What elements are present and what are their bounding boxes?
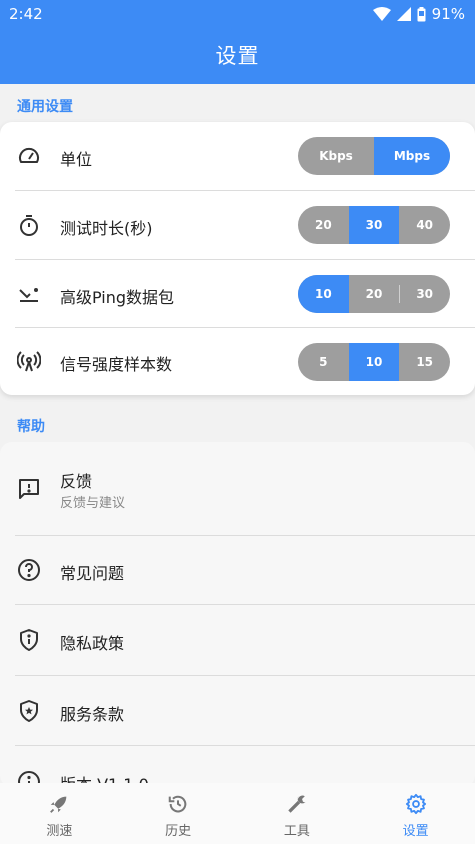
wrench-icon [285, 792, 309, 816]
battery-icon [417, 6, 426, 22]
setting-row-ping: 高级Ping数据包 10 20 30 [0, 260, 475, 328]
feedback-icon [17, 477, 41, 501]
duration-segmented-control[interactable]: 20 30 40 [298, 206, 450, 244]
section-title-help: 帮助 [17, 419, 45, 435]
setting-row-unit: 单位 Kbps Mbps [0, 122, 475, 190]
help-row-faq[interactable]: 常见问题 [0, 536, 475, 604]
rocket-icon [47, 792, 71, 816]
segment-option-selected[interactable]: 10 [348, 343, 400, 381]
nav-item-speedtest[interactable]: 测速 [0, 783, 119, 844]
segment-option-selected[interactable]: 30 [348, 206, 400, 244]
segment-option[interactable]: 30 [399, 275, 450, 313]
question-icon [17, 558, 41, 582]
nav-label: 测速 [46, 824, 73, 839]
bottom-nav: 测速 历史 工具 设置 [0, 783, 475, 844]
segment-option[interactable]: 20 [349, 275, 400, 313]
ping-segmented-control[interactable]: 10 20 30 [298, 275, 450, 313]
help-label: 服务条款 [60, 705, 125, 724]
section-title-general: 通用设置 [17, 99, 73, 115]
nav-label: 设置 [402, 824, 429, 839]
shield-star-icon [17, 699, 41, 723]
page-title: 设置 [215, 44, 260, 68]
ping-icon [17, 282, 41, 306]
help-label: 隐私政策 [60, 634, 125, 653]
help-label: 常见问题 [60, 564, 125, 583]
speedometer-icon [17, 144, 41, 168]
help-card: 反馈 反馈与建议 常见问题 隐私政策 服务条款 版本 V1.1.0 [0, 442, 475, 787]
gear-icon [404, 792, 428, 816]
wifi-icon [372, 7, 391, 21]
samples-segmented-control[interactable]: 5 10 15 [298, 343, 450, 381]
segment-option[interactable]: 40 [399, 206, 450, 244]
status-time: 2:42 [9, 5, 43, 23]
segment-option[interactable]: 15 [399, 343, 450, 381]
status-bar: 2:42 91% [0, 0, 475, 28]
setting-label: 单位 [60, 150, 93, 169]
setting-label: 高级Ping数据包 [60, 288, 175, 307]
help-sublabel: 反馈与建议 [60, 496, 126, 511]
nav-label: 历史 [165, 824, 192, 839]
general-settings-card: 单位 Kbps Mbps 测试时长(秒) 20 30 40 高级Ping数据包 … [0, 122, 475, 395]
nav-item-tools[interactable]: 工具 [238, 783, 357, 844]
nav-item-history[interactable]: 历史 [119, 783, 238, 844]
help-row-version[interactable]: 版本 V1.1.0 [0, 746, 475, 787]
nav-item-settings[interactable]: 设置 [356, 783, 475, 844]
history-icon [166, 792, 190, 816]
help-label: 反馈 [60, 472, 93, 491]
setting-label: 信号强度样本数 [60, 355, 173, 374]
setting-label: 测试时长(秒) [60, 219, 153, 238]
privacy-icon [17, 628, 41, 652]
app-header: 2:42 91% 设置 [0, 0, 475, 84]
help-row-terms[interactable]: 服务条款 [0, 676, 475, 745]
timer-icon [17, 213, 41, 237]
cell-signal-icon [396, 7, 411, 21]
segment-option[interactable]: 5 [298, 343, 349, 381]
segment-option[interactable]: 20 [298, 206, 349, 244]
nav-label: 工具 [283, 824, 310, 839]
segment-option-selected[interactable]: 10 [298, 275, 349, 313]
help-row-privacy[interactable]: 隐私政策 [0, 605, 475, 675]
segment-option[interactable]: Kbps [298, 137, 374, 175]
setting-row-duration: 测试时长(秒) 20 30 40 [0, 191, 475, 259]
unit-segmented-control[interactable]: Kbps Mbps [298, 137, 450, 175]
segment-option-selected[interactable]: Mbps [374, 137, 450, 175]
antenna-icon [17, 350, 41, 374]
help-row-feedback[interactable]: 反馈 反馈与建议 [0, 442, 475, 535]
setting-row-signal-samples: 信号强度样本数 5 10 15 [0, 328, 475, 395]
battery-percent: 91% [431, 5, 465, 23]
